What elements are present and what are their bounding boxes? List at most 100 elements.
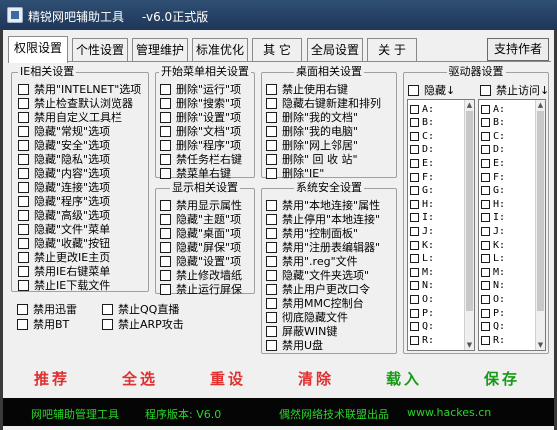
checkbox-ie-hide-content[interactable]: 隐藏"内容"选项: [18, 167, 110, 180]
checkbox-block-win-key[interactable]: 屏蔽WIN键: [266, 325, 337, 338]
load-button[interactable]: 载入: [375, 366, 433, 392]
tab-global-settings[interactable]: 全局设置: [307, 38, 363, 62]
checkbox-disable-qq-live[interactable]: 禁止QQ直播: [102, 303, 179, 316]
deny-list-scrollbar[interactable]: ▲ ▼: [535, 100, 545, 350]
deny-drive-m[interactable]: M:: [481, 266, 505, 278]
checkbox-disable-usb[interactable]: 禁用U盘: [266, 339, 323, 352]
checkbox-disable-taskbar-context[interactable]: 禁任务栏右键: [160, 153, 242, 166]
checkbox-hide-screensaver[interactable]: 隐藏"屏保"项: [160, 241, 241, 254]
checkbox-lock-wallpaper[interactable]: 禁止修改墙纸: [160, 269, 242, 282]
checkbox-fully-hide-files[interactable]: 彻底隐藏文件: [266, 311, 348, 324]
hide-drive-f[interactable]: F:: [410, 171, 434, 183]
hide-drive-h[interactable]: H:: [410, 198, 434, 210]
checkbox-ie-hide-favorites[interactable]: 隐藏"收藏"按钮: [18, 237, 110, 250]
checkbox-ie-block-downloads[interactable]: 禁止IE下载文件: [18, 279, 110, 292]
deny-drive-f[interactable]: F:: [481, 171, 505, 183]
hide-drive-b[interactable]: B:: [410, 117, 434, 129]
deny-drive-c[interactable]: C:: [481, 130, 505, 142]
tab-maintenance[interactable]: 管理维护: [132, 38, 188, 62]
checkbox-ie-lock-homepage[interactable]: 禁止更改IE主页: [18, 251, 110, 264]
website-link[interactable]: www.hackes.cn: [407, 406, 491, 419]
checkbox-remove-ie-icon[interactable]: 删除"IE": [266, 167, 324, 180]
hide-list-scrollbar[interactable]: ▲ ▼: [464, 100, 474, 350]
checkbox-ie-hide-programs[interactable]: 隐藏"程序"选项: [18, 195, 110, 208]
select-all-button[interactable]: 全选: [111, 366, 169, 392]
hide-drive-n[interactable]: N:: [410, 280, 434, 292]
tab-other[interactable]: 其 它: [252, 38, 302, 62]
checkbox-disable-control-panel[interactable]: 禁用"控制面板": [266, 227, 358, 240]
hide-drive-j[interactable]: J:: [410, 225, 434, 237]
hide-drive-r[interactable]: R:: [410, 334, 434, 346]
save-button[interactable]: 保存: [473, 366, 531, 392]
checkbox-disable-xunlei[interactable]: 禁用迅雷: [17, 303, 77, 316]
deny-drive-r[interactable]: R:: [481, 334, 505, 346]
hide-drive-i[interactable]: I:: [410, 212, 434, 224]
checkbox-disable-screensaver[interactable]: 禁止运行屏保: [160, 283, 242, 296]
scroll-up-icon[interactable]: ▲: [465, 100, 474, 110]
deny-all-drives-toggle[interactable]: 禁止访问↓: [480, 83, 549, 97]
deny-drive-d[interactable]: D:: [481, 144, 505, 156]
checkbox-ie-hide-security[interactable]: 隐藏"安全"选项: [18, 139, 110, 152]
checkbox-remove-search[interactable]: 删除"搜索"项: [160, 97, 241, 110]
tab-optimization[interactable]: 标准优化: [192, 38, 248, 62]
recommend-button[interactable]: 推荐: [23, 366, 81, 392]
hide-drive-q[interactable]: Q:: [410, 321, 434, 333]
hide-drive-list[interactable]: ▲ ▼ A: B: C: D: E: F: G: H: I: J: K: L: M: N: O: P: Q: R:: [407, 99, 475, 351]
checkbox-ie-custom-toolbar[interactable]: 禁用自定义工具栏: [18, 111, 122, 124]
checkbox-ie-hide-advanced[interactable]: 隐藏"高级"选项: [18, 209, 110, 222]
hide-drive-m[interactable]: M:: [410, 266, 434, 278]
checkbox-ie-hide-connections[interactable]: 隐藏"连接"选项: [18, 181, 110, 194]
checkbox-disable-lan-props[interactable]: 禁用"本地连接"属性: [266, 199, 380, 212]
deny-drive-a[interactable]: A:: [481, 103, 505, 115]
scroll-down-icon[interactable]: ▼: [465, 340, 474, 350]
hide-drive-a[interactable]: A:: [410, 103, 434, 115]
checkbox-ie-hide-privacy[interactable]: 隐藏"隐私"选项: [18, 153, 110, 166]
deny-drive-l[interactable]: L:: [481, 253, 505, 265]
tab-about[interactable]: 关 于: [367, 38, 417, 62]
hide-drive-k[interactable]: K:: [410, 239, 434, 251]
checkbox-remove-my-computer[interactable]: 删除"我的电脑": [266, 125, 358, 138]
checkbox-ie-hide-general[interactable]: 隐藏"常规"选项: [18, 125, 110, 138]
checkbox-remove-recycle-bin[interactable]: 删除" 回 收 站": [266, 153, 358, 166]
hide-drive-c[interactable]: C:: [410, 130, 434, 142]
checkbox-ie-hide-file-menu[interactable]: 隐藏"文件"菜单: [18, 223, 110, 236]
hide-all-drives-toggle[interactable]: 隐藏↓: [408, 83, 455, 97]
checkbox-disable-display-props[interactable]: 禁用显示属性: [160, 199, 242, 212]
deny-drive-p[interactable]: P:: [481, 307, 505, 319]
deny-drive-k[interactable]: K:: [481, 239, 505, 251]
tab-permissions[interactable]: 权限设置: [8, 36, 68, 63]
checkbox-hide-settings-tab[interactable]: 隐藏"设置"项: [160, 255, 241, 268]
checkbox-disable-mmc[interactable]: 禁用MMC控制台: [266, 297, 364, 310]
checkbox-ie-default-browser-check[interactable]: 禁止检查默认浏览器: [18, 97, 133, 110]
deny-drive-h[interactable]: H:: [481, 198, 505, 210]
deny-drive-b[interactable]: B:: [481, 117, 505, 129]
checkbox-remove-programs[interactable]: 删除"程序"项: [160, 139, 241, 152]
checkbox-hide-folder-options[interactable]: 隐藏"文件夹选项": [266, 269, 369, 282]
scroll-thumb[interactable]: [466, 111, 473, 311]
support-author-button[interactable]: 支持作者: [487, 38, 549, 61]
scroll-thumb[interactable]: [537, 111, 544, 311]
checkbox-hide-new-arrange[interactable]: 隐藏右键新建和排列: [266, 97, 381, 110]
clear-button[interactable]: 清除: [287, 366, 345, 392]
checkbox-prevent-password-change[interactable]: 禁止用户更改口令: [266, 283, 370, 296]
deny-drive-g[interactable]: G:: [481, 185, 505, 197]
deny-drive-list[interactable]: ▲ ▼ A: B: C: D: E: F: G: H: I: J: K: L: M: N: O: P: Q: R:: [478, 99, 546, 351]
checkbox-remove-my-documents[interactable]: 删除"我的文档": [266, 111, 358, 124]
deny-drive-i[interactable]: I:: [481, 212, 505, 224]
checkbox-remove-run[interactable]: 删除"运行"项: [160, 83, 241, 96]
deny-drive-o[interactable]: O:: [481, 293, 505, 305]
hide-drive-o[interactable]: O:: [410, 293, 434, 305]
checkbox-ie-disable-context-menu[interactable]: 禁用IE右键菜单: [18, 265, 110, 278]
checkbox-disable-reg-files[interactable]: 禁用".reg"文件: [266, 255, 358, 268]
hide-drive-d[interactable]: D:: [410, 144, 434, 156]
title-bar[interactable]: 精锐网吧辅助工具 -v6.0正式版: [0, 0, 557, 30]
deny-drive-j[interactable]: J:: [481, 225, 505, 237]
scroll-up-icon[interactable]: ▲: [536, 100, 545, 110]
checkbox-disable-bt[interactable]: 禁用BT: [17, 318, 69, 331]
checkbox-disable-right-click[interactable]: 禁止使用右键: [266, 83, 348, 96]
hide-drive-l[interactable]: L:: [410, 253, 434, 265]
deny-drive-n[interactable]: N:: [481, 280, 505, 292]
checkbox-prevent-lan-disable[interactable]: 禁止停用"本地连接": [266, 213, 380, 226]
scroll-down-icon[interactable]: ▼: [536, 340, 545, 350]
checkbox-remove-settings[interactable]: 删除"设置"项: [160, 111, 241, 124]
